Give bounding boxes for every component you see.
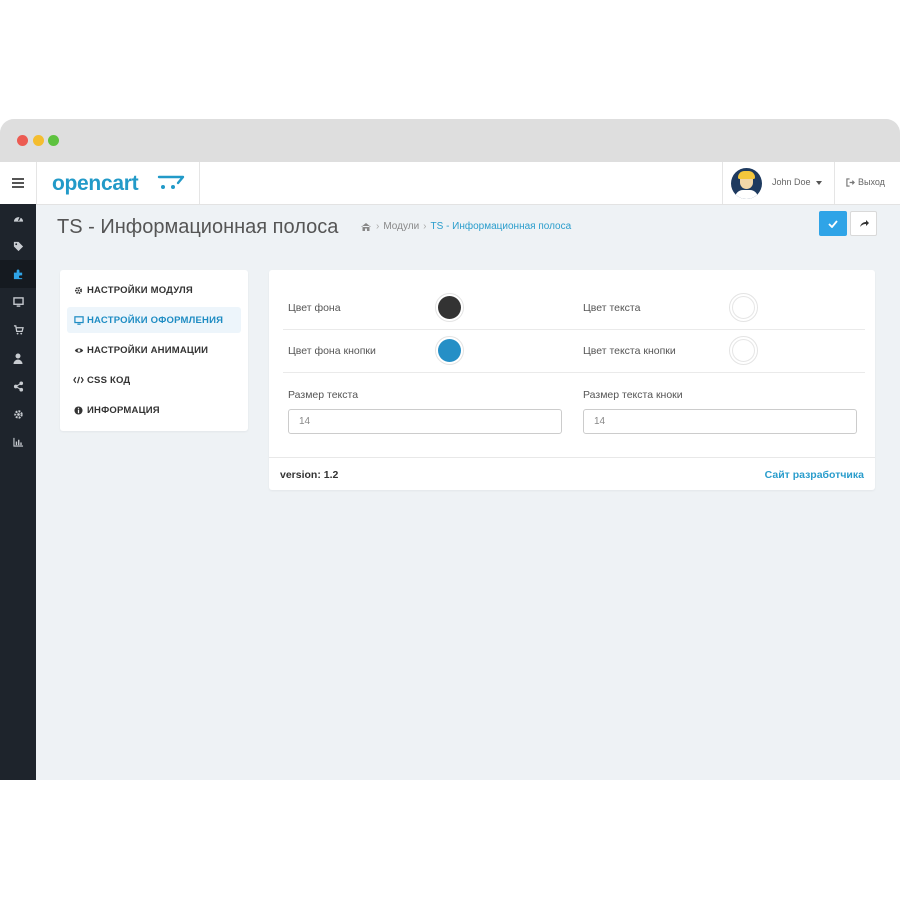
opencart-logo[interactable]: opencart [36,162,200,204]
avatar [731,168,762,199]
cart-logo-icon [157,175,185,189]
cog-icon [13,409,23,419]
sidebar-item-dashboard[interactable] [0,204,36,232]
sidebar-item-system[interactable] [0,400,36,428]
button-text-size-input[interactable] [583,409,857,434]
row-divider [283,329,865,330]
nav-label: ИНФОРМАЦИЯ [87,404,160,416]
text-color-label: Цвет текста [583,302,641,314]
cart-icon [13,325,24,335]
top-navbar: opencart John Doe Выход [0,162,900,205]
text-size-label: Размер текста [288,389,359,401]
nav-information[interactable]: ИНФОРМАЦИЯ [67,397,241,423]
text-size-input[interactable] [288,409,562,434]
row-divider [283,372,865,373]
minimize-window-button[interactable] [33,135,44,146]
button-text-color-swatch [732,339,755,362]
reply-arrow-icon [859,220,869,227]
menu-toggle-button[interactable] [0,162,37,204]
nav-label: НАСТРОЙКИ АНИМАЦИИ [87,344,209,356]
page-header: TS - Информационная полоса › Модули › TS… [36,204,900,250]
logo-text: opencart [52,172,139,195]
bg-color-swatch [438,296,461,319]
hamburger-icon [12,178,24,188]
design-settings-panel: Цвет фона Цвет текста Цвет фона кнопки Ц… [269,270,875,490]
caret-down-icon [816,181,822,185]
nav-animation-settings[interactable]: НАСТРОЙКИ АНИМАЦИИ [67,337,241,363]
user-name: John Doe [772,177,811,187]
button-bg-color-label: Цвет фона кнопки [288,345,376,357]
share-icon [13,380,23,392]
button-text-size-label: Размер текста кноки [583,389,683,401]
nav-label: НАСТРОЙКИ ОФОРМЛЕНИЯ [87,314,224,326]
check-icon [828,219,838,228]
sidebar [0,204,36,780]
sidebar-item-marketing[interactable] [0,372,36,400]
breadcrumb-separator: › [423,221,427,232]
nav-label: НАСТРОЙКИ МОДУЛЯ [87,284,193,296]
sidebar-item-reports[interactable] [0,428,36,456]
text-color-swatch [732,296,755,319]
breadcrumb-separator: › [376,221,380,232]
bg-color-label: Цвет фона [288,302,341,314]
nav-css-code[interactable]: CSS КОД [67,367,241,393]
bar-chart-icon [12,437,23,447]
puzzle-icon [13,268,22,279]
sidebar-item-customers[interactable] [0,344,36,372]
tags-icon [13,241,23,251]
text-color-picker[interactable] [729,293,758,322]
user-icon [13,353,23,364]
page-title: TS - Информационная полоса [57,216,339,238]
button-text-color-picker[interactable] [729,336,758,365]
info-icon [74,405,83,415]
button-text-color-label: Цвет текста кнопки [583,345,676,357]
developer-site-link[interactable]: Сайт разработчика [765,469,864,481]
sidebar-item-catalog[interactable] [0,232,36,260]
back-button[interactable] [850,211,877,236]
browser-window: opencart John Doe Выход TS - Информацион… [0,119,900,780]
desktop-icon [73,315,84,325]
version-text: version: 1.2 [280,469,339,481]
sign-out-icon [846,177,855,187]
sidebar-item-sales[interactable] [0,316,36,344]
eye-icon [74,347,83,353]
nav-module-settings[interactable]: НАСТРОЙКИ МОДУЛЯ [67,277,241,303]
cog-icon [74,286,83,294]
save-button[interactable] [819,211,847,236]
logout-link[interactable]: Выход [846,177,885,187]
code-icon [73,376,84,384]
button-bg-color-picker[interactable] [435,336,464,365]
nav-design-settings[interactable]: НАСТРОЙКИ ОФОРМЛЕНИЯ [67,307,241,333]
footer-divider [269,457,875,458]
logout-label: Выход [858,177,885,187]
maximize-window-button[interactable] [48,135,59,146]
sidebar-item-extensions[interactable] [0,260,36,288]
sidebar-item-design[interactable] [0,288,36,316]
breadcrumb-current[interactable]: TS - Информационная полоса [431,221,572,232]
home-icon[interactable] [360,222,372,232]
breadcrumb: › Модули › TS - Информационная полоса [360,221,571,232]
dashboard-icon [13,216,23,222]
bg-color-picker[interactable] [435,293,464,322]
breadcrumb-modules[interactable]: Модули [383,221,419,232]
window-titlebar [0,119,900,162]
user-menu[interactable]: John Doe [722,162,835,204]
button-bg-color-swatch [438,339,461,362]
nav-label: CSS КОД [87,374,131,386]
close-window-button[interactable] [17,135,28,146]
desktop-icon [12,297,24,307]
settings-nav-panel: НАСТРОЙКИ МОДУЛЯ НАСТРОЙКИ ОФОРМЛЕНИЯ НА… [60,270,248,431]
